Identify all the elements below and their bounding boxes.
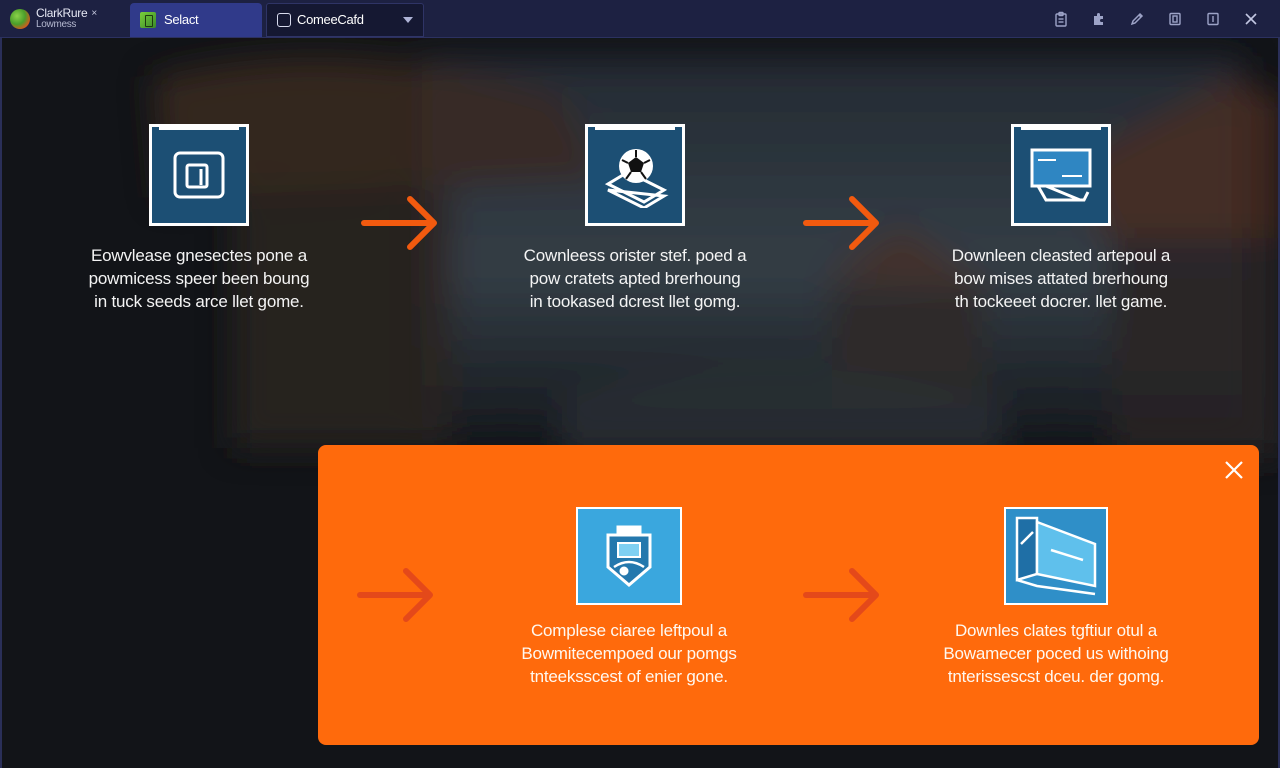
brand-close-icon[interactable]: ×: [91, 8, 97, 19]
screens-icon: [1004, 507, 1108, 605]
panel-step-2[interactable]: Downles clates tgftiur otul a Bowamecer …: [931, 507, 1181, 688]
sd-card-icon: [149, 124, 249, 226]
step-3-text: Downleen cleasted artepoul a bow mises a…: [951, 246, 1171, 311]
tab-combo-label: ComeeCafd: [297, 12, 364, 27]
window-icon: [277, 12, 291, 27]
main-stage: Eowvlease gnesectes pone a powmicess spe…: [0, 38, 1280, 768]
arrow-right-icon: [803, 568, 879, 622]
arrow-right-icon: [357, 568, 433, 622]
id-badge-icon: [576, 507, 682, 605]
app-name: ClarkRure: [36, 5, 88, 20]
football-tray-icon: [585, 124, 685, 226]
green-app-icon: [140, 11, 156, 28]
step-2[interactable]: Cownleess orister stef. poed a pow crate…: [510, 124, 760, 313]
step-2-text: Cownleess orister stef. poed a pow crate…: [523, 246, 747, 311]
close-icon[interactable]: [1223, 459, 1245, 481]
clipboard-icon[interactable]: [1042, 0, 1080, 38]
tab-combo-dropdown[interactable]: ComeeCafd: [266, 2, 424, 37]
orange-panel: Complese ciaree leftpoul a Bowmitecempoe…: [318, 445, 1259, 745]
pen-icon[interactable]: [1118, 0, 1156, 38]
app-subtitle: Lowmess: [36, 18, 77, 30]
step-3[interactable]: Downleen cleasted artepoul a bow mises a…: [936, 124, 1186, 313]
tab-select-label: Selact: [164, 12, 199, 27]
title-bar: ClarkRure Lowmess × Selact ComeeCafd: [0, 0, 1280, 38]
panel-step-2-text: Downles clates tgftiur otul a Bowamecer …: [943, 621, 1169, 686]
restore-icon[interactable]: [1156, 0, 1194, 38]
app-logo-icon: [10, 8, 30, 29]
monitor-icon: [1011, 124, 1111, 226]
puzzle-icon[interactable]: [1080, 0, 1118, 38]
minimize-icon[interactable]: [1194, 0, 1232, 38]
step-1[interactable]: Eowvlease gnesectes pone a powmicess spe…: [74, 124, 324, 313]
panel-step-1-text: Complese ciaree leftpoul a Bowmitecempoe…: [521, 621, 737, 686]
chevron-down-icon[interactable]: [403, 16, 413, 23]
arrow-right-icon: [803, 196, 879, 250]
arrow-right-icon: [361, 196, 437, 250]
tab-select[interactable]: Selact: [130, 2, 262, 37]
step-1-text: Eowvlease gnesectes pone a powmicess spe…: [88, 246, 310, 311]
close-icon[interactable]: [1232, 0, 1270, 38]
panel-step-1[interactable]: Complese ciaree leftpoul a Bowmitecempoe…: [504, 507, 754, 688]
window-controls: [1042, 0, 1280, 38]
app-brand: ClarkRure Lowmess ×: [0, 0, 128, 38]
